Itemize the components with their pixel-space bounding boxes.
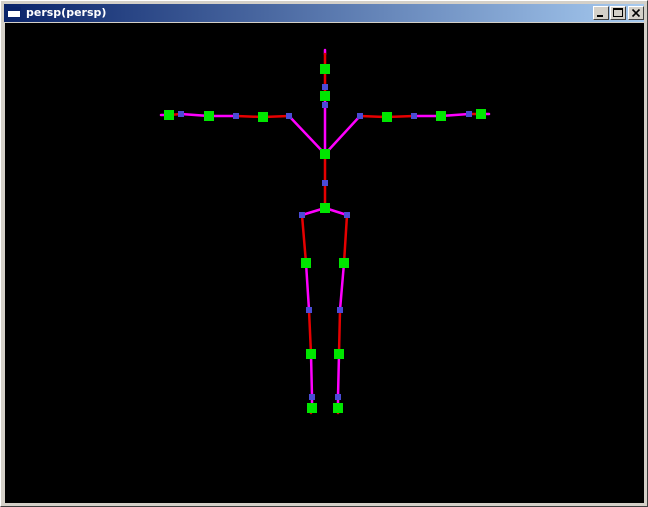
joint-node[interactable] — [320, 149, 330, 159]
joint-node[interactable] — [204, 111, 214, 121]
joint-node[interactable] — [320, 64, 330, 74]
joint-node[interactable] — [301, 258, 311, 268]
bone-segment — [307, 308, 313, 356]
joint-node[interactable] — [339, 258, 349, 268]
bone-marker — [299, 212, 305, 218]
bone-marker — [466, 111, 472, 117]
joint-node[interactable] — [334, 349, 344, 359]
joint-node[interactable] — [382, 112, 392, 122]
application-window: persp(persp) — [0, 0, 648, 507]
minimize-icon — [597, 15, 603, 17]
bone-marker — [322, 180, 328, 186]
window-app-icon[interactable] — [7, 7, 21, 18]
bone-marker — [306, 307, 312, 313]
bone-segment — [336, 352, 341, 399]
bone-segment — [338, 261, 346, 312]
joint-node[interactable] — [476, 109, 486, 119]
viewport-canvas[interactable] — [5, 23, 644, 503]
joint-node[interactable] — [307, 403, 317, 413]
bone-marker — [322, 84, 328, 90]
bone-marker — [309, 394, 315, 400]
maximize-button[interactable] — [610, 6, 626, 20]
bone-marker — [344, 212, 350, 218]
bone-segment — [287, 114, 327, 156]
bone-marker — [178, 111, 184, 117]
bone-segment — [337, 308, 342, 356]
window-title: persp(persp) — [26, 6, 107, 19]
skeleton-figure — [159, 48, 491, 415]
bone-segment — [342, 213, 349, 265]
joint-node[interactable] — [333, 403, 343, 413]
bone-marker — [335, 394, 341, 400]
close-button[interactable] — [628, 6, 644, 20]
minimize-button[interactable] — [593, 6, 609, 20]
title-bar[interactable]: persp(persp) — [4, 4, 644, 22]
bone-marker — [322, 102, 328, 108]
bone-segment — [304, 261, 311, 312]
bone-marker — [411, 113, 417, 119]
joint-node[interactable] — [320, 203, 330, 213]
bone-segment — [309, 352, 314, 399]
bone-marker — [337, 307, 343, 313]
joint-node[interactable] — [436, 111, 446, 121]
close-icon — [631, 8, 641, 18]
joint-node[interactable] — [320, 91, 330, 101]
bone-marker — [286, 113, 292, 119]
bone-segment — [300, 213, 308, 265]
bone-marker — [233, 113, 239, 119]
bone-segment — [323, 114, 362, 156]
joint-node[interactable] — [164, 110, 174, 120]
joint-node[interactable] — [258, 112, 268, 122]
maximize-icon — [613, 8, 623, 17]
bone-marker — [357, 113, 363, 119]
joint-node[interactable] — [306, 349, 316, 359]
